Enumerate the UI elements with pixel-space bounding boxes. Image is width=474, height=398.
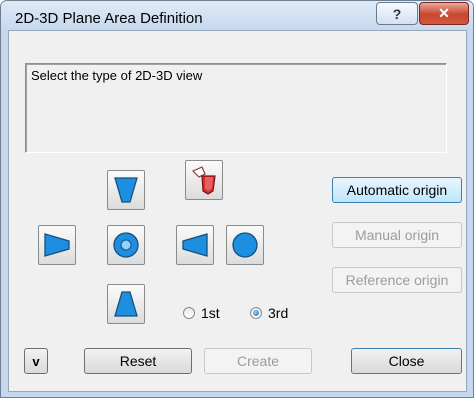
radio-1st-label: 1st — [201, 305, 220, 321]
create-button[interactable]: Create — [204, 348, 312, 374]
radio-3rd-label: 3rd — [268, 305, 289, 321]
radio-3rd-circle — [250, 307, 262, 319]
manual-origin-button[interactable]: Manual origin — [332, 222, 462, 248]
title-bar: 2D-3D Plane Area Definition ? ✕ — [1, 1, 473, 30]
radio-3rd[interactable]: 3rd — [250, 305, 288, 321]
view-bottom-button[interactable] — [107, 284, 145, 324]
view-left-button[interactable] — [38, 225, 76, 265]
view-right-button[interactable] — [176, 225, 214, 265]
view-bottom-icon — [114, 291, 138, 317]
radio-1st[interactable]: 1st — [183, 305, 220, 321]
reset-button[interactable]: Reset — [84, 348, 192, 374]
description-box: Select the type of 2D-3D view — [25, 63, 447, 153]
close-button[interactable]: Close — [351, 348, 462, 374]
view-front-button[interactable] — [107, 225, 145, 265]
view-right-icon — [182, 233, 208, 257]
reference-origin-button[interactable]: Reference origin — [332, 267, 462, 293]
help-icon: ? — [392, 5, 402, 22]
view-back-icon — [232, 232, 258, 258]
v-button[interactable]: v — [24, 348, 48, 374]
help-button[interactable]: ? — [376, 2, 418, 25]
window-title: 2D-3D Plane Area Definition — [15, 10, 203, 27]
automatic-origin-button[interactable]: Automatic origin — [332, 177, 462, 203]
view-top-button[interactable] — [107, 170, 145, 210]
view-left-icon — [44, 233, 70, 257]
view-top-icon — [114, 177, 138, 203]
close-icon: ✕ — [438, 5, 450, 21]
description-text: Select the type of 2D-3D view — [31, 68, 203, 83]
view-front-icon — [113, 232, 139, 258]
radio-selected-dot — [253, 310, 259, 316]
view-3d-icon — [191, 166, 216, 195]
radio-1st-circle — [183, 307, 195, 319]
view-back-button[interactable] — [226, 225, 264, 265]
close-window-button[interactable]: ✕ — [419, 2, 469, 25]
view-3d-button[interactable] — [185, 160, 223, 200]
